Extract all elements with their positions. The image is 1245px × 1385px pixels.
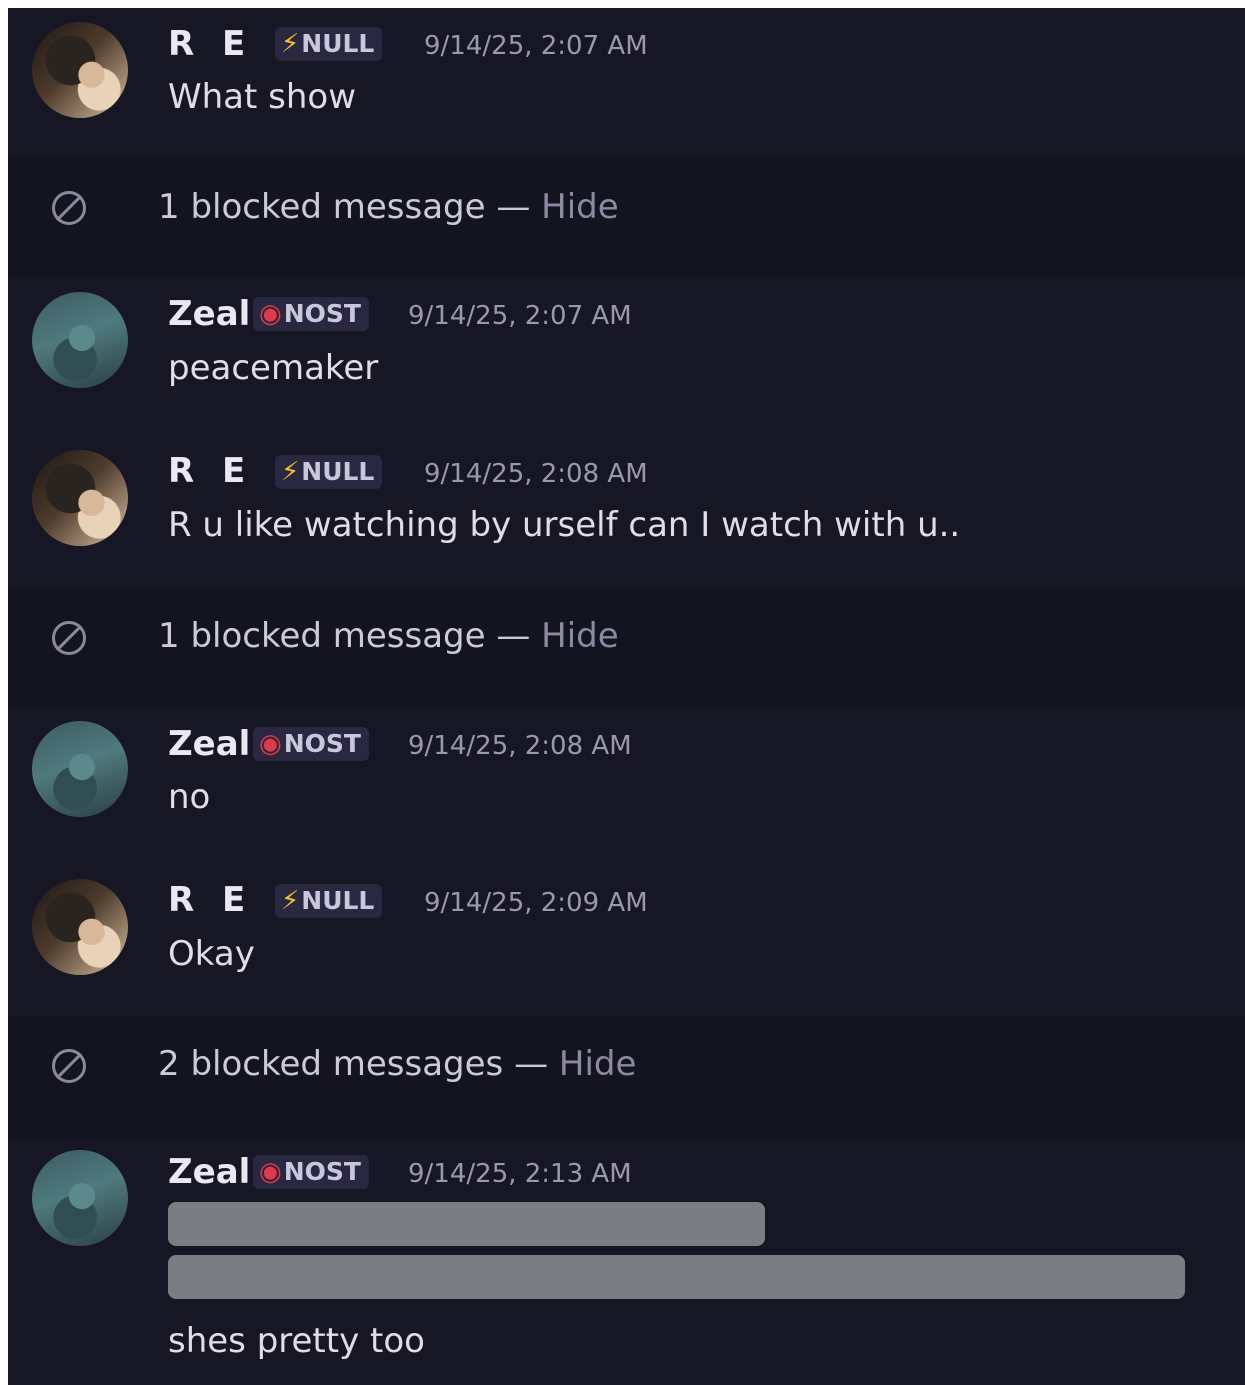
message-text: Okay	[168, 934, 255, 974]
blocked-messages-row: 1 blocked message — Hide	[8, 158, 1245, 278]
ring-icon: ◉	[259, 299, 282, 329]
avatar[interactable]	[32, 1150, 128, 1246]
redacted-block	[168, 1202, 765, 1246]
message-text: no	[168, 777, 211, 817]
blocked-messages-notice: 1 blocked message — Hide	[158, 185, 619, 229]
author-name[interactable]: Zeal	[168, 724, 250, 764]
timestamp: 9/14/25, 2:13 AM	[408, 1159, 632, 1189]
hide-blocked-button[interactable]: Hide	[541, 616, 619, 656]
avatar[interactable]	[32, 721, 128, 817]
role-tag: ◉ NOST	[253, 727, 369, 761]
role-tag: ⚡ NULL	[275, 455, 383, 489]
blocked-messages-row: 2 blocked messages — Hide	[8, 1016, 1245, 1138]
message-text: R u like watching by urself can I watch …	[168, 505, 961, 545]
blocked-icon	[52, 191, 86, 225]
avatar[interactable]	[32, 879, 128, 975]
timestamp: 9/14/25, 2:07 AM	[408, 301, 632, 331]
role-tag-label: NOST	[283, 299, 361, 328]
timestamp: 9/14/25, 2:07 AM	[424, 31, 648, 61]
blocked-messages-notice: 2 blocked messages — Hide	[158, 1042, 636, 1086]
redacted-block	[168, 1255, 1185, 1299]
timestamp: 9/14/25, 2:08 AM	[408, 731, 632, 761]
lightning-icon: ⚡	[281, 886, 300, 916]
chat-message[interactable]: R E N ⚡ NULL 9/14/25, 2:07 AM What show	[8, 8, 1245, 158]
message-text: peacemaker	[168, 348, 379, 388]
lightning-icon: ⚡	[281, 29, 300, 59]
ring-icon: ◉	[259, 729, 282, 759]
chat-message[interactable]: Zeal ◉ NOST 9/14/25, 2:07 AM peacemaker	[8, 278, 1245, 428]
chat-message[interactable]: Zeal ◉ NOST 9/14/25, 2:13 AM shes pretty…	[8, 1138, 1245, 1385]
lightning-icon: ⚡	[281, 457, 300, 487]
blocked-icon	[52, 621, 86, 655]
role-tag: ◉ NOST	[253, 1155, 369, 1189]
role-tag-label: NOST	[283, 729, 361, 758]
message-text: shes pretty too	[168, 1321, 425, 1361]
role-tag-label: NULL	[301, 886, 375, 915]
avatar[interactable]	[32, 450, 128, 546]
author-name[interactable]: Zeal	[168, 1152, 250, 1192]
ring-icon: ◉	[259, 1157, 282, 1187]
blocked-messages-notice: 1 blocked message — Hide	[158, 614, 619, 658]
chat-message[interactable]: Zeal ◉ NOST 9/14/25, 2:08 AM no	[8, 708, 1245, 858]
blocked-messages-row: 1 blocked message — Hide	[8, 588, 1245, 708]
avatar[interactable]	[32, 22, 128, 118]
timestamp: 9/14/25, 2:09 AM	[424, 888, 648, 918]
avatar[interactable]	[32, 292, 128, 388]
blocked-count-label: 1 blocked message —	[158, 187, 542, 227]
role-tag: ◉ NOST	[253, 297, 369, 331]
blocked-count-label: 1 blocked message —	[158, 616, 542, 656]
chat-message-list: R E N ⚡ NULL 9/14/25, 2:07 AM What show …	[8, 8, 1245, 1385]
chat-message[interactable]: R E N ⚡ NULL 9/14/25, 2:08 AM R u like w…	[8, 428, 1245, 588]
message-text: What show	[168, 77, 357, 117]
hide-blocked-button[interactable]: Hide	[559, 1044, 637, 1084]
role-tag-label: NULL	[301, 29, 375, 58]
author-name[interactable]: Zeal	[168, 294, 250, 334]
hide-blocked-button[interactable]: Hide	[541, 187, 619, 227]
blocked-count-label: 2 blocked messages —	[158, 1044, 559, 1084]
timestamp: 9/14/25, 2:08 AM	[424, 459, 648, 489]
role-tag-label: NOST	[283, 1157, 361, 1186]
role-tag-label: NULL	[301, 457, 375, 486]
chat-message[interactable]: R E N ⚡ NULL 9/14/25, 2:09 AM Okay	[8, 858, 1245, 1016]
role-tag: ⚡ NULL	[275, 27, 383, 61]
blocked-icon	[52, 1049, 86, 1083]
role-tag: ⚡ NULL	[275, 884, 383, 918]
